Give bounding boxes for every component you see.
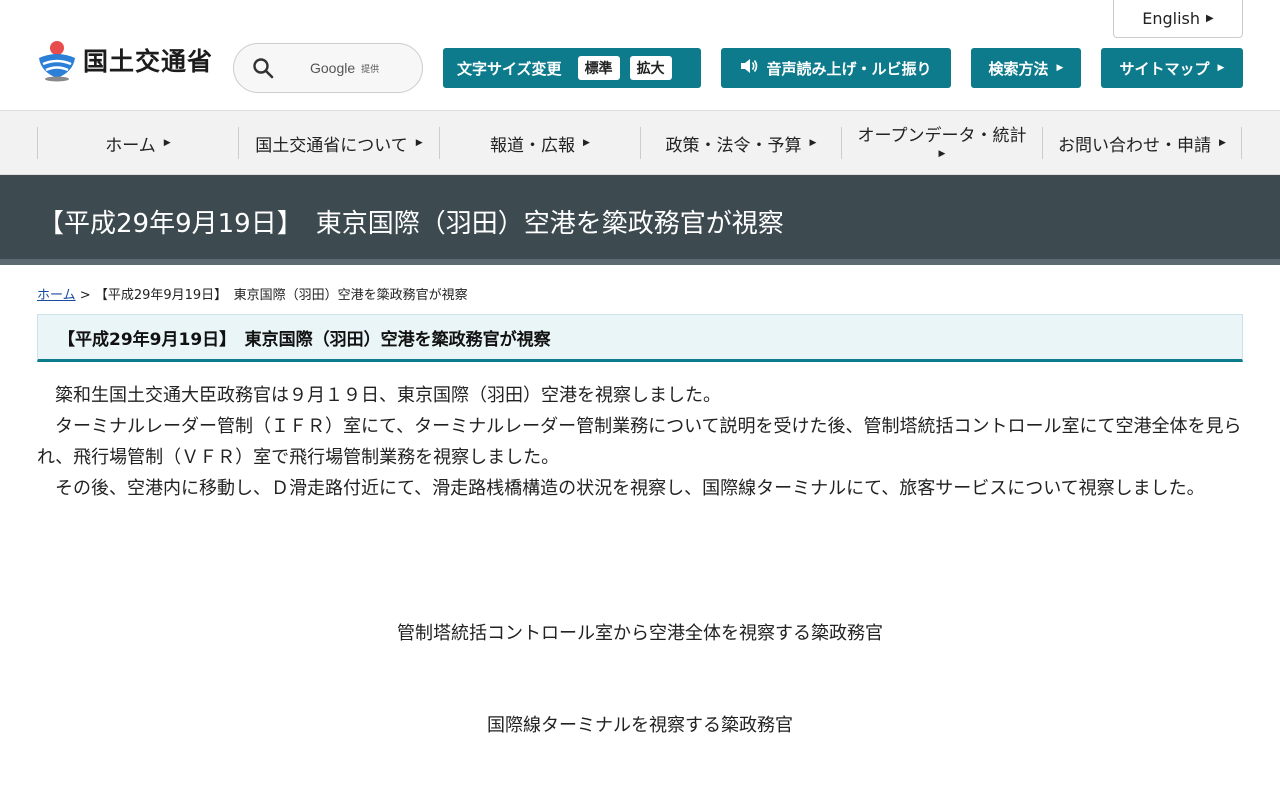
font-size-label: 文字サイズ変更 — [457, 59, 562, 78]
photo-caption-1: 管制塔統括コントロール室から空港全体を視察する簗政務官 — [397, 623, 883, 644]
triangle-right-icon: ▶ — [809, 138, 817, 148]
nav-item-about[interactable]: 国土交通省について ▶ — [238, 127, 439, 159]
font-size-large-button[interactable]: 拡大 — [629, 56, 672, 80]
breadcrumb-current: 【平成29年9月19日】 東京国際（羽田）空港を簗政務官が視察 — [94, 288, 468, 303]
nav-item-label: お問い合わせ・申請 — [1058, 135, 1212, 156]
photo-caption-2: 国際線ターミナルを視察する簗政務官 — [487, 715, 793, 736]
article-paragraph: その後、空港内に移動し、Ｄ滑走路付近にて、滑走路桟橋構造の状況を視察し、国際線タ… — [55, 478, 1205, 499]
sitemap-button[interactable]: サイトマップ ▶ — [1101, 48, 1243, 88]
section-heading-box: 【平成29年9月19日】 東京国際（羽田）空港を簗政務官が視察 — [37, 314, 1243, 362]
logo-text: 国土交通省 — [83, 47, 214, 76]
nav-item-open-data[interactable]: オープンデータ・統計 ▶ — [841, 126, 1042, 159]
nav-item-policy[interactable]: 政策・法令・予算 ▶ — [640, 127, 841, 159]
nav-item-label: ホーム — [105, 135, 156, 156]
site-header: English ▶ 国土交通省 Google 提供 文字サイズ変更 標準 拡大 — [0, 0, 1280, 111]
breadcrumb-home-link[interactable]: ホーム — [37, 288, 76, 303]
triangle-right-icon: ▶ — [938, 148, 946, 159]
english-button[interactable]: English ▶ — [1113, 0, 1243, 38]
article-paragraph: 簗和生国土交通大臣政務官は９月１９日、東京国際（羽田）空港を視察しました。 — [55, 385, 721, 406]
triangle-right-icon: ▶ — [1206, 13, 1214, 24]
sitemap-label: サイトマップ — [1119, 59, 1210, 78]
section-heading: 【平成29年9月19日】 東京国際（羽田）空港を簗政務官が視察 — [58, 329, 551, 350]
font-size-control: 文字サイズ変更 標準 拡大 — [443, 48, 701, 88]
triangle-right-icon: ▶ — [583, 138, 590, 148]
site-search-box[interactable]: Google 提供 — [233, 43, 423, 93]
site-logo[interactable]: 国土交通省 — [37, 36, 213, 84]
nav-item-contact[interactable]: お問い合わせ・申請 ▶ — [1042, 127, 1242, 159]
article-paragraph: ターミナルレーダー管制（ＩＦＲ）室にて、ターミナルレーダー管制業務について説明を… — [37, 416, 1242, 468]
voice-ruby-button[interactable]: 音声読み上げ・ルビ振り — [721, 48, 951, 88]
nav-item-label: 政策・法令・予算 — [665, 135, 802, 156]
nav-item-label: 国土交通省について — [255, 135, 408, 156]
english-label: English — [1142, 9, 1201, 28]
search-icon[interactable] — [252, 57, 274, 79]
triangle-right-icon: ▶ — [163, 138, 171, 148]
breadcrumb: ホーム > 【平成29年9月19日】 東京国際（羽田）空港を簗政務官が視察 — [37, 284, 468, 303]
triangle-right-icon: ▶ — [1056, 63, 1064, 73]
page-title: 【平成29年9月19日】 東京国際（羽田）空港を簗政務官が視察 — [38, 209, 784, 239]
triangle-right-icon: ▶ — [415, 138, 423, 148]
triangle-right-icon: ▶ — [1219, 138, 1226, 148]
global-nav: ホーム ▶ 国土交通省について ▶ 報道・広報 ▶ 政策・法令・予算 ▶ オープ… — [0, 111, 1280, 175]
nav-item-home[interactable]: ホーム ▶ — [37, 127, 238, 159]
nav-item-press[interactable]: 報道・広報 ▶ — [439, 127, 640, 159]
search-method-label: 検索方法 — [988, 59, 1049, 78]
article-body: 簗和生国土交通大臣政務官は９月１９日、東京国際（羽田）空港を視察しました。 ター… — [37, 380, 1243, 504]
voice-ruby-label: 音声読み上げ・ルビ振り — [766, 59, 932, 78]
nav-item-label: 報道・広報 — [490, 135, 576, 156]
search-method-button[interactable]: 検索方法 ▶ — [971, 48, 1081, 88]
page-title-band: 【平成29年9月19日】 東京国際（羽田）空港を簗政務官が視察 — [0, 175, 1280, 265]
triangle-right-icon: ▶ — [1217, 63, 1225, 73]
breadcrumb-separator: > — [79, 288, 91, 303]
nav-item-label: オープンデータ・統計 — [857, 126, 1027, 147]
google-label: Google — [310, 60, 356, 76]
font-size-standard-button[interactable]: 標準 — [577, 56, 620, 80]
mlit-logo-icon — [37, 38, 77, 82]
speaker-icon — [740, 58, 758, 78]
provided-label: 提供 — [361, 64, 380, 75]
